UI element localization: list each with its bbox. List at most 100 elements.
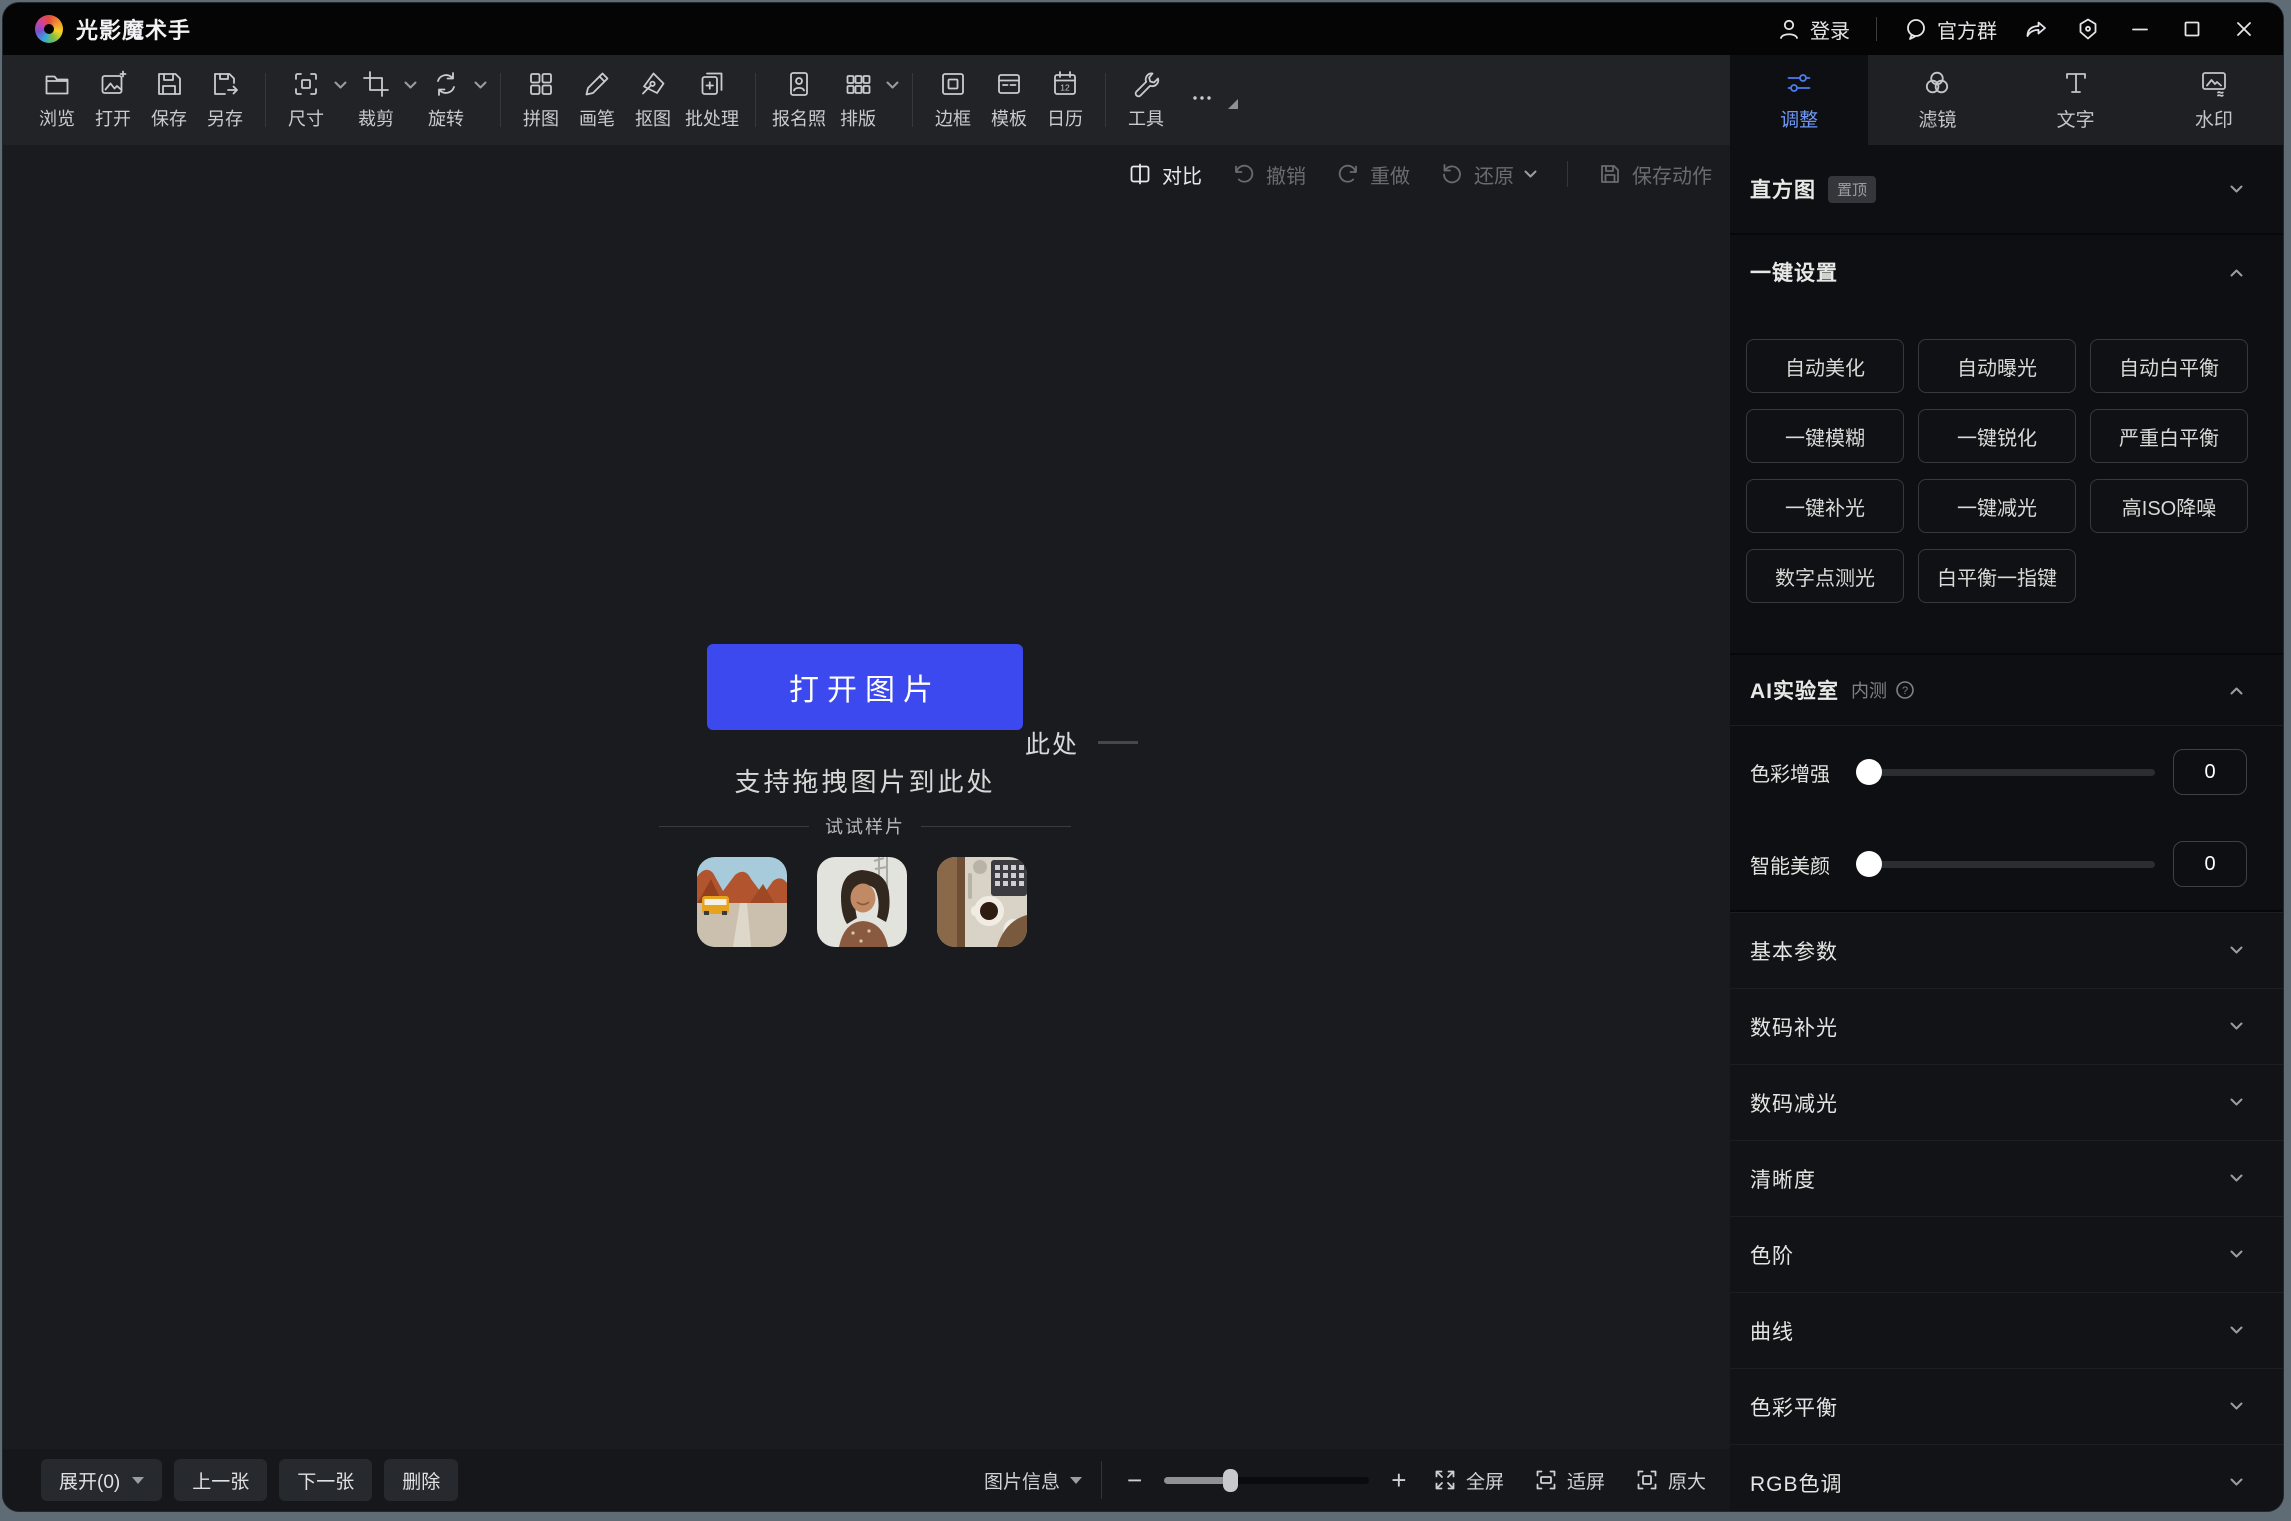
toolbar-template[interactable]: 模板 (983, 69, 1035, 131)
toolbar-calendar[interactable]: 12 日历 (1039, 69, 1091, 131)
one-click-fill-light-button[interactable]: 一键补光 (1746, 479, 1904, 533)
minimize-button[interactable] (2127, 16, 2153, 42)
chevron-down-icon[interactable] (2230, 1022, 2243, 1031)
toolbar-save-as[interactable]: 另存 (199, 69, 251, 131)
toolbar-crop[interactable]: 裁剪 (350, 69, 402, 131)
histogram-section-header[interactable]: 直方图 置顶 (1730, 145, 2283, 233)
compare-button[interactable]: 对比 (1128, 160, 1202, 189)
section-digital-fill-light[interactable]: 数码补光 (1730, 988, 2283, 1064)
auto-beautify-button[interactable]: 自动美化 (1746, 339, 1904, 393)
toolbar-resize[interactable]: 尺寸 (280, 69, 332, 131)
auto-white-balance-button[interactable]: 自动白平衡 (2090, 339, 2248, 393)
section-curves[interactable]: 曲线 (1730, 1292, 2283, 1368)
toolbar-open[interactable]: 打开 (87, 69, 139, 131)
original-size-button[interactable]: 原大 (1635, 1467, 1706, 1494)
delete-image-button[interactable]: 删除 (384, 1459, 458, 1501)
settings-button[interactable] (2075, 16, 2101, 42)
chevron-down-icon[interactable] (2230, 1326, 2243, 1335)
chevron-down-icon[interactable] (886, 81, 899, 90)
section-color-balance[interactable]: 色彩平衡 (1730, 1368, 2283, 1444)
chevron-down-icon[interactable] (2230, 1402, 2243, 1411)
section-levels[interactable]: 色阶 (1730, 1216, 2283, 1292)
chevron-down-icon[interactable] (2230, 946, 2243, 955)
chevron-down-icon[interactable] (1524, 170, 1537, 179)
color-enhance-slider[interactable] (1856, 759, 2155, 785)
smart-beauty-label: 智能美颜 (1750, 850, 1850, 879)
tab-watermark[interactable]: 水印 (2145, 55, 2283, 145)
zoom-slider[interactable] (1164, 1477, 1369, 1484)
chevron-down-icon[interactable] (2230, 1478, 2243, 1487)
toolbar-rotate[interactable]: 旋转 (420, 69, 472, 131)
fit-screen-button[interactable]: 适屏 (1534, 1467, 1605, 1494)
tab-text[interactable]: 文字 (2007, 55, 2145, 145)
chevron-up-icon[interactable] (2230, 268, 2243, 277)
tab-adjust[interactable]: 调整 (1730, 55, 1868, 145)
one-click-sharpen-button[interactable]: 一键锐化 (1918, 409, 2076, 463)
next-image-button[interactable]: 下一张 (279, 1459, 372, 1501)
high-iso-denoise-button[interactable]: 高ISO降噪 (2090, 479, 2248, 533)
chevron-down-icon[interactable] (404, 81, 417, 90)
one-click-section-header[interactable]: 一键设置 (1730, 235, 2283, 309)
slider-thumb[interactable] (1856, 759, 1882, 785)
image-info-toggle[interactable]: 图片信息 (984, 1467, 1082, 1494)
color-enhance-value[interactable]: 0 (2173, 749, 2247, 795)
sample-image-canyon[interactable] (697, 857, 787, 947)
zoom-slider-thumb[interactable] (1223, 1469, 1238, 1492)
toolbar-tools[interactable]: 工具 (1120, 69, 1172, 131)
help-icon[interactable]: ? (1895, 680, 1915, 700)
section-basic-params[interactable]: 基本参数 (1730, 912, 2283, 988)
toolbar-id-photo[interactable]: 报名照 (770, 69, 828, 131)
titlebar-divider (1876, 17, 1877, 41)
auto-exposure-button[interactable]: 自动曝光 (1918, 339, 2076, 393)
zoom-slider-fill (1164, 1477, 1231, 1484)
zoom-out-button[interactable]: − (1127, 1465, 1142, 1496)
chevron-down-icon[interactable] (2230, 1098, 2243, 1107)
smart-beauty-slider[interactable] (1856, 851, 2155, 877)
login-button[interactable]: 登录 (1776, 15, 1850, 44)
calendar-icon: 12 (1050, 69, 1080, 99)
redo-button[interactable]: 重做 (1336, 160, 1410, 189)
chevron-down-icon[interactable] (2230, 1250, 2243, 1259)
ai-lab-section-header[interactable]: AI实验室 内测 ? (1730, 655, 2283, 725)
toolbar-browse[interactable]: 浏览 (31, 69, 83, 131)
sample-image-portrait[interactable] (817, 857, 907, 947)
one-click-blur-button[interactable]: 一键模糊 (1746, 409, 1904, 463)
previous-image-button[interactable]: 上一张 (174, 1459, 267, 1501)
restore-button[interactable]: 还原 (1440, 160, 1537, 189)
smart-beauty-value[interactable]: 0 (2173, 841, 2247, 887)
section-digital-dim-light[interactable]: 数码减光 (1730, 1064, 2283, 1140)
close-button[interactable] (2231, 16, 2257, 42)
white-balance-one-key-button[interactable]: 白平衡一指键 (1918, 549, 2076, 603)
chevron-down-icon[interactable] (2230, 185, 2243, 194)
toolbar-brush[interactable]: 画笔 (571, 69, 623, 131)
expand-filmstrip-button[interactable]: 展开(0) (41, 1459, 162, 1501)
slider-thumb[interactable] (1856, 851, 1882, 877)
undo-button[interactable]: 撤销 (1232, 160, 1306, 189)
caret-down-icon (132, 1477, 144, 1484)
zoom-in-button[interactable]: + (1391, 1465, 1406, 1496)
chevron-down-icon[interactable] (334, 81, 347, 90)
section-rgb-tone[interactable]: RGB色调 (1730, 1444, 2283, 1511)
chevron-up-icon[interactable] (2230, 686, 2243, 695)
save-action-button[interactable]: 保存动作 (1598, 160, 1712, 189)
sample-image-desk[interactable] (937, 857, 1027, 947)
chevron-down-icon[interactable] (474, 81, 487, 90)
severe-white-balance-button[interactable]: 严重白平衡 (2090, 409, 2248, 463)
fullscreen-button[interactable]: 全屏 (1433, 1467, 1504, 1494)
section-clarity[interactable]: 清晰度 (1730, 1140, 2283, 1216)
toolbar-cutout[interactable]: 抠图 (627, 69, 679, 131)
toolbar-save[interactable]: 保存 (143, 69, 195, 131)
toolbar-batch[interactable]: 批处理 (683, 69, 741, 131)
maximize-button[interactable] (2179, 16, 2205, 42)
tab-filter[interactable]: 滤镜 (1868, 55, 2006, 145)
digital-spot-metering-button[interactable]: 数字点测光 (1746, 549, 1904, 603)
official-group-button[interactable]: 官方群 (1903, 15, 1997, 44)
toolbar-more[interactable] (1176, 85, 1228, 115)
share-button[interactable] (2023, 16, 2049, 42)
chevron-down-icon[interactable] (2230, 1174, 2243, 1183)
open-image-button[interactable]: 打开图片 (707, 644, 1023, 730)
toolbar-border[interactable]: 边框 (927, 69, 979, 131)
toolbar-collage[interactable]: 拼图 (515, 69, 567, 131)
one-click-dim-light-button[interactable]: 一键减光 (1918, 479, 2076, 533)
toolbar-layout[interactable]: 排版 (832, 69, 884, 131)
